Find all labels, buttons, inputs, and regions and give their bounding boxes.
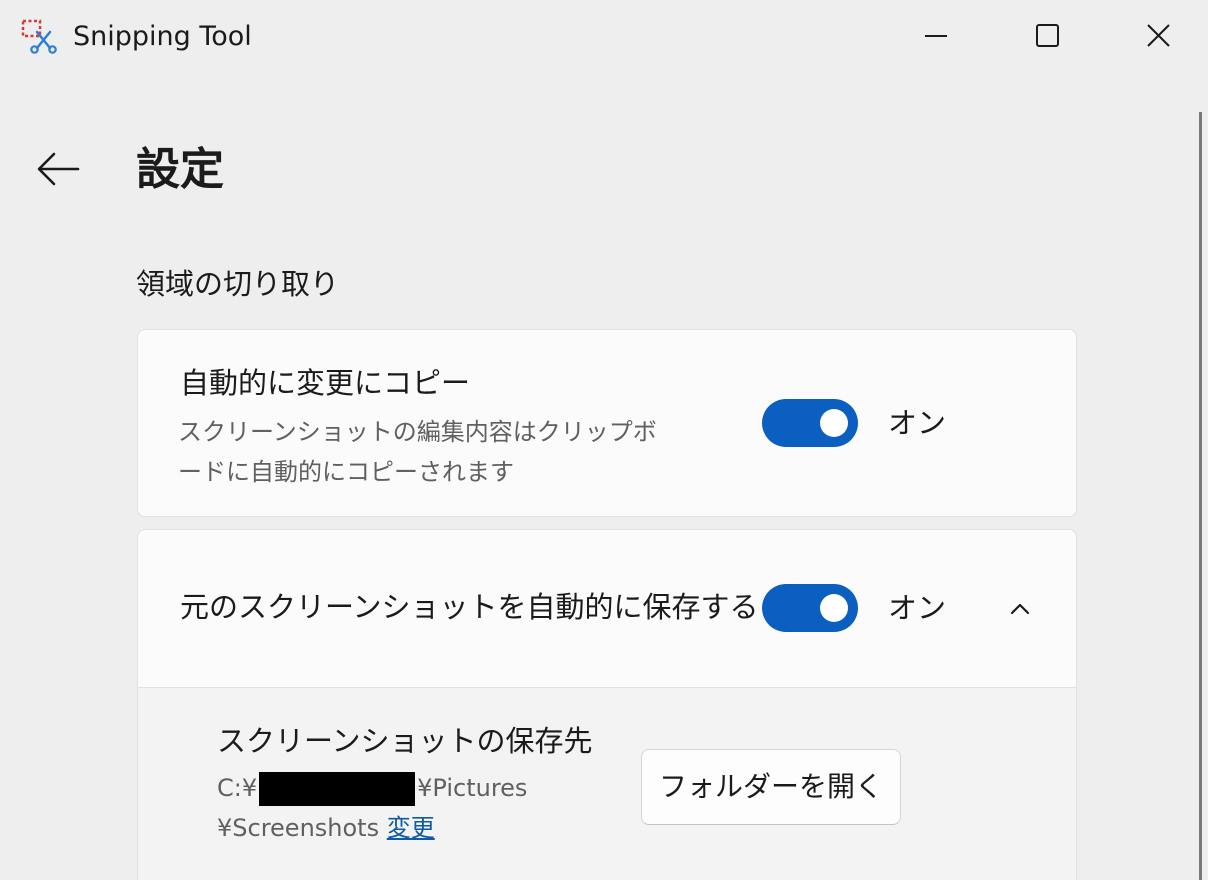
- snipping-tool-window: Snipping Tool 設定 領域の切り取り 自動的に変更にコピー スクリー…: [0, 0, 1208, 880]
- setting-title: 自動的に変更にコピー: [180, 366, 471, 400]
- section-title: 領域の切り取り: [136, 267, 340, 301]
- open-folder-button[interactable]: フォルダーを開く: [641, 749, 901, 825]
- toggle-knob: [820, 409, 848, 437]
- toggle-knob: [820, 594, 848, 622]
- window-title: Snipping Tool: [73, 21, 252, 52]
- setting-description: スクリーンショットの編集内容はクリップボードに自動的にコピーされます: [178, 418, 657, 486]
- toggle-state-label: オン: [888, 406, 947, 440]
- save-path-prefix: C:¥: [217, 774, 258, 802]
- auto-save-toggle[interactable]: [762, 584, 858, 632]
- redacted-username: [259, 772, 416, 806]
- maximize-icon[interactable]: [1017, 8, 1077, 64]
- setting-card-auto-copy: 自動的に変更にコピー スクリーンショットの編集内容はクリップボードに自動的にコピ…: [137, 329, 1077, 517]
- change-location-link[interactable]: 変更: [387, 814, 435, 842]
- window-scroll-edge: [1199, 112, 1202, 880]
- setting-title: 元のスクリーンショットを自動的に保存する: [180, 590, 759, 624]
- chevron-up-icon[interactable]: [1002, 591, 1038, 627]
- toggle-state-label: オン: [888, 591, 947, 625]
- save-location-panel: スクリーンショットの保存先 C:¥ ¥Pictures ¥Screenshots …: [138, 687, 1076, 880]
- snipping-tool-icon: [20, 18, 58, 54]
- save-path-folder: ¥Screenshots: [217, 814, 380, 842]
- save-location-title: スクリーンショットの保存先: [217, 724, 593, 758]
- save-path-suffix: ¥Pictures: [417, 774, 528, 802]
- title-bar[interactable]: Snipping Tool: [0, 0, 1208, 74]
- minimize-icon[interactable]: [906, 8, 966, 64]
- arrow-left-icon[interactable]: [30, 140, 88, 198]
- close-icon[interactable]: [1128, 8, 1188, 64]
- setting-card-auto-save: 元のスクリーンショットを自動的に保存する オン スクリーンショットの保存先 C:…: [137, 529, 1077, 880]
- page-title: 設定: [136, 144, 224, 195]
- auto-copy-toggle[interactable]: [762, 399, 858, 447]
- save-path-line-1: C:¥ ¥Pictures: [217, 769, 527, 807]
- save-path-line-2: ¥Screenshots 変更: [217, 809, 435, 847]
